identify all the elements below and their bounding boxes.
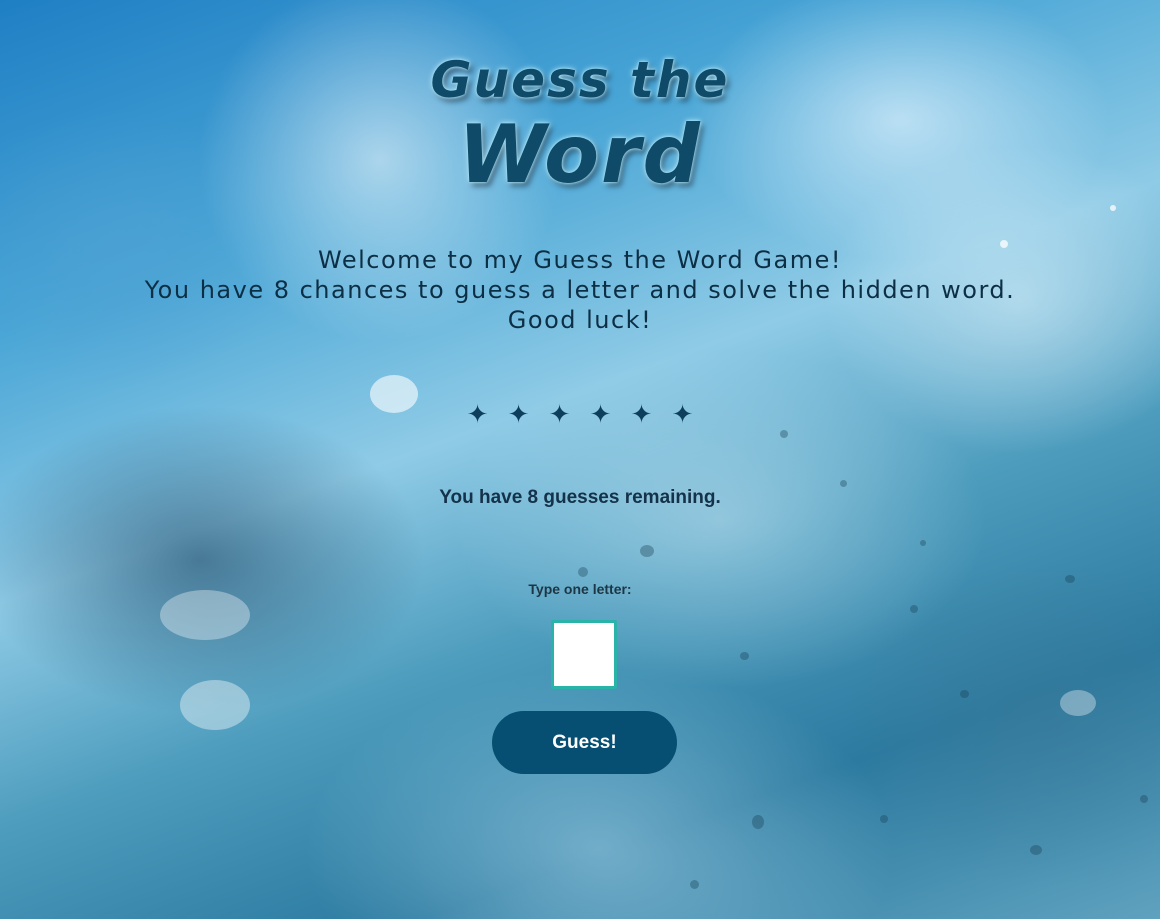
hidden-letter-placeholder: ✦: [671, 400, 694, 430]
intro-line-welcome: Welcome to my Guess the Word Game!: [318, 246, 842, 274]
letter-input-label: Type one letter:: [528, 581, 632, 597]
remaining-guesses-message: You have 8 guesses remaining.: [439, 487, 721, 508]
guess-button[interactable]: Guess!: [492, 711, 677, 774]
hidden-letter-placeholder: ✦: [589, 400, 612, 430]
word-in-progress: ✦ ✦ ✦ ✦ ✦ ✦: [0, 400, 1160, 430]
intro-line-good-luck: Good luck!: [507, 306, 653, 334]
game-title-line2: Word: [458, 108, 702, 201]
intro-line-rules: You have 8 chances to guess a letter and…: [144, 276, 1016, 304]
hidden-letter-placeholder: ✦: [507, 400, 530, 430]
letter-input[interactable]: [551, 620, 617, 689]
hidden-letter-placeholder: ✦: [630, 400, 653, 430]
hidden-letter-placeholder: ✦: [548, 400, 571, 430]
game-container: Guess the Word Welcome to my Guess the W…: [0, 0, 1160, 919]
hidden-letter-placeholder: ✦: [466, 400, 489, 430]
game-title-line1: Guess the: [430, 51, 730, 109]
intro-message: Welcome to my Guess the Word Game! You h…: [0, 245, 1160, 335]
